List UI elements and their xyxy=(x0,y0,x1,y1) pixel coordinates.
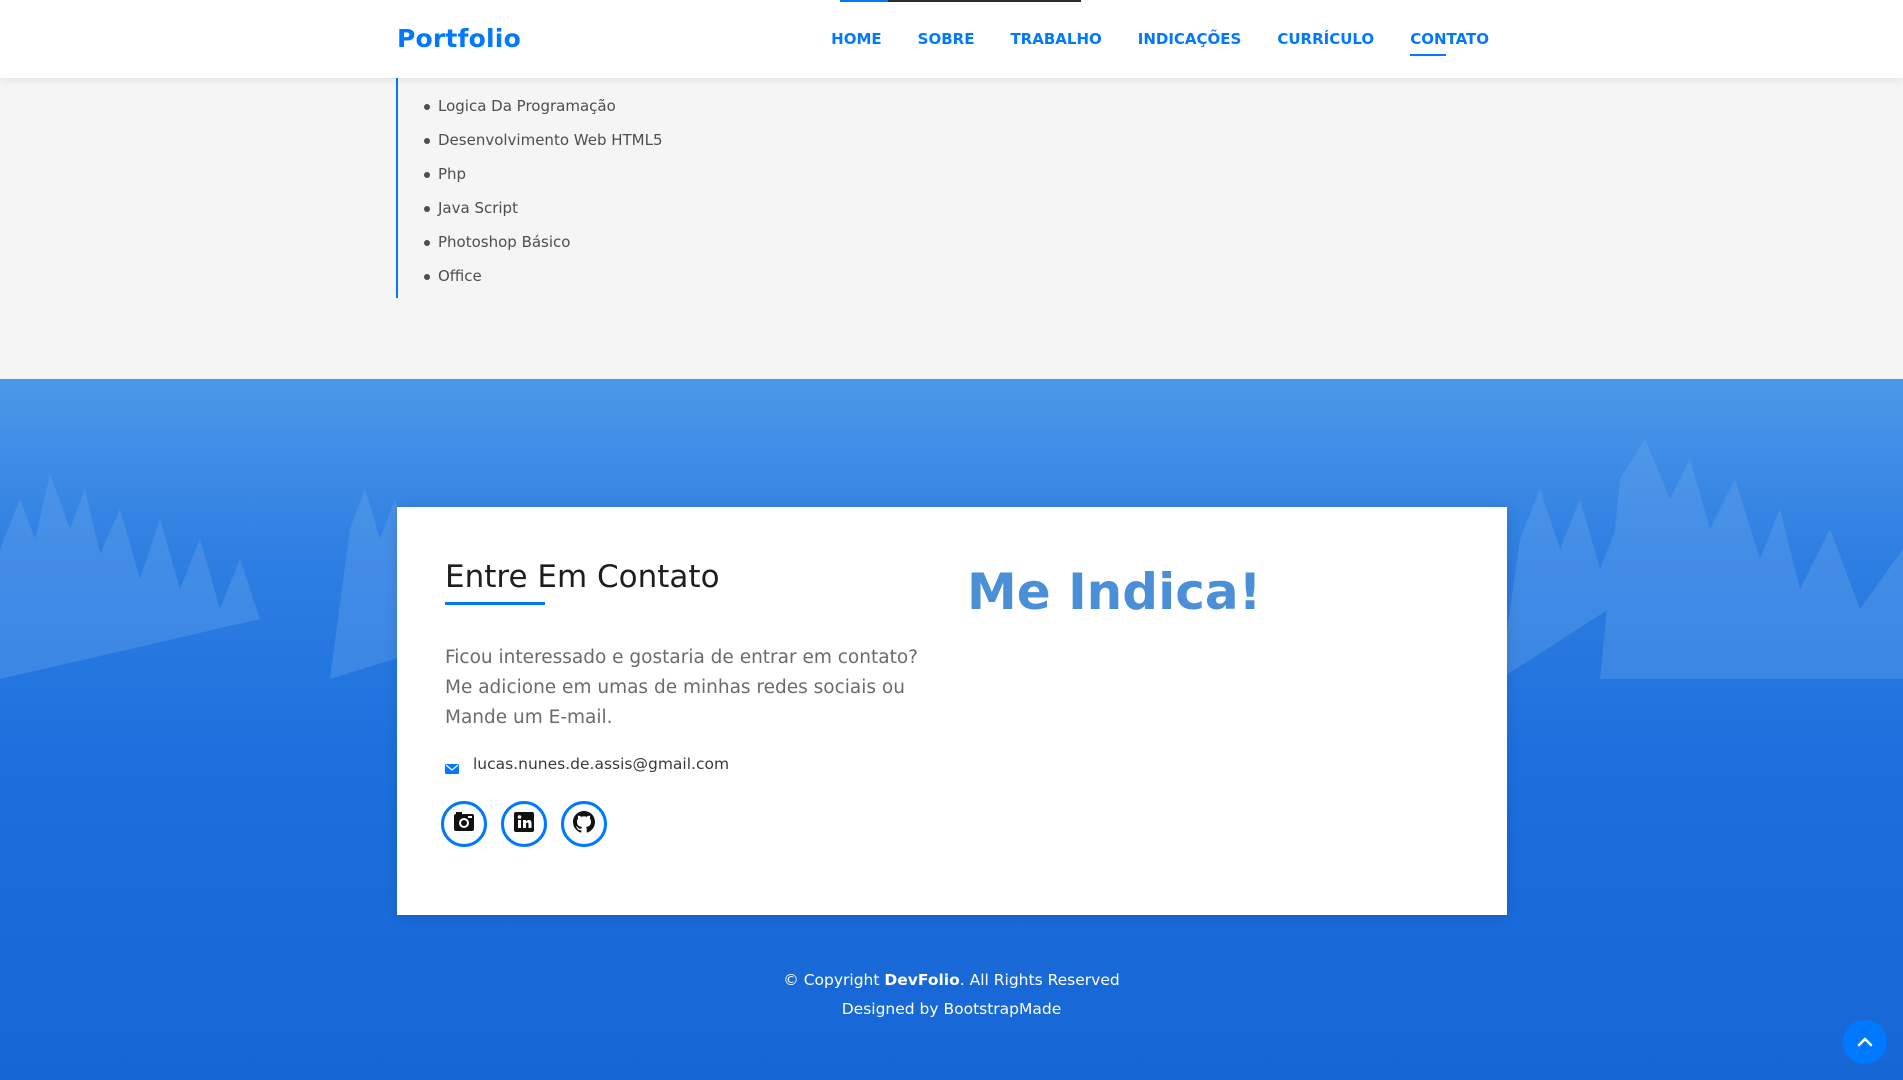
nav-home[interactable]: HOME xyxy=(831,30,881,56)
list-item: Office xyxy=(424,266,663,300)
github-button[interactable] xyxy=(561,801,607,847)
skills-list: Logica Da Programação Desenvolvimento We… xyxy=(396,78,663,298)
chevron-up-icon xyxy=(1857,1033,1873,1052)
nav-sobre[interactable]: SOBRE xyxy=(918,30,975,56)
footer: © Copyright DevFolio. All Rights Reserve… xyxy=(0,966,1903,1024)
list-item: Logica Da Programação xyxy=(424,96,663,130)
instagram-button[interactable] xyxy=(441,801,487,847)
title-underline xyxy=(445,602,545,605)
list-item: Desenvolvimento Web HTML5 xyxy=(424,130,663,164)
social-links xyxy=(441,801,607,847)
contact-card: Entre Em Contato Ficou interessado e gos… xyxy=(397,507,1507,915)
contact-description: Ficou interessado e gostaria de entrar e… xyxy=(445,647,918,728)
email-row: lucas.nunes.de.assis@gmail.com xyxy=(445,755,729,774)
list-item: Java Script xyxy=(424,198,663,232)
instagram-icon xyxy=(453,811,475,837)
list-item: Php xyxy=(424,164,663,198)
back-to-top-button[interactable] xyxy=(1843,1020,1887,1064)
copyright-line: © Copyright DevFolio. All Rights Reserve… xyxy=(783,971,1120,989)
nav-curriculo[interactable]: CURRÍCULO xyxy=(1277,30,1374,56)
aside-title: Me Indica! xyxy=(967,563,1262,621)
main-nav: HOME SOBRE TRABALHO INDICAÇÕES CURRÍCULO… xyxy=(795,30,1489,56)
nav-contato[interactable]: CONTATO xyxy=(1410,30,1489,56)
mail-icon xyxy=(445,759,459,774)
navbar: Portfolio HOME SOBRE TRABALHO INDICAÇÕES… xyxy=(0,0,1903,78)
linkedin-button[interactable] xyxy=(501,801,547,847)
list-item: Photoshop Básico xyxy=(424,232,663,266)
nav-indicacoes[interactable]: INDICAÇÕES xyxy=(1138,30,1242,56)
copyright-brand: DevFolio xyxy=(884,971,960,989)
scroll-progress xyxy=(840,0,1081,2)
brand-logo[interactable]: Portfolio xyxy=(397,24,521,53)
email-link[interactable]: lucas.nunes.de.assis@gmail.com xyxy=(473,755,729,773)
designed-by: Designed by BootstrapMade xyxy=(841,1000,1062,1018)
contact-title: Entre Em Contato xyxy=(445,559,720,595)
linkedin-icon xyxy=(513,811,535,837)
github-icon xyxy=(572,810,596,838)
nav-trabalho[interactable]: TRABALHO xyxy=(1010,30,1101,56)
